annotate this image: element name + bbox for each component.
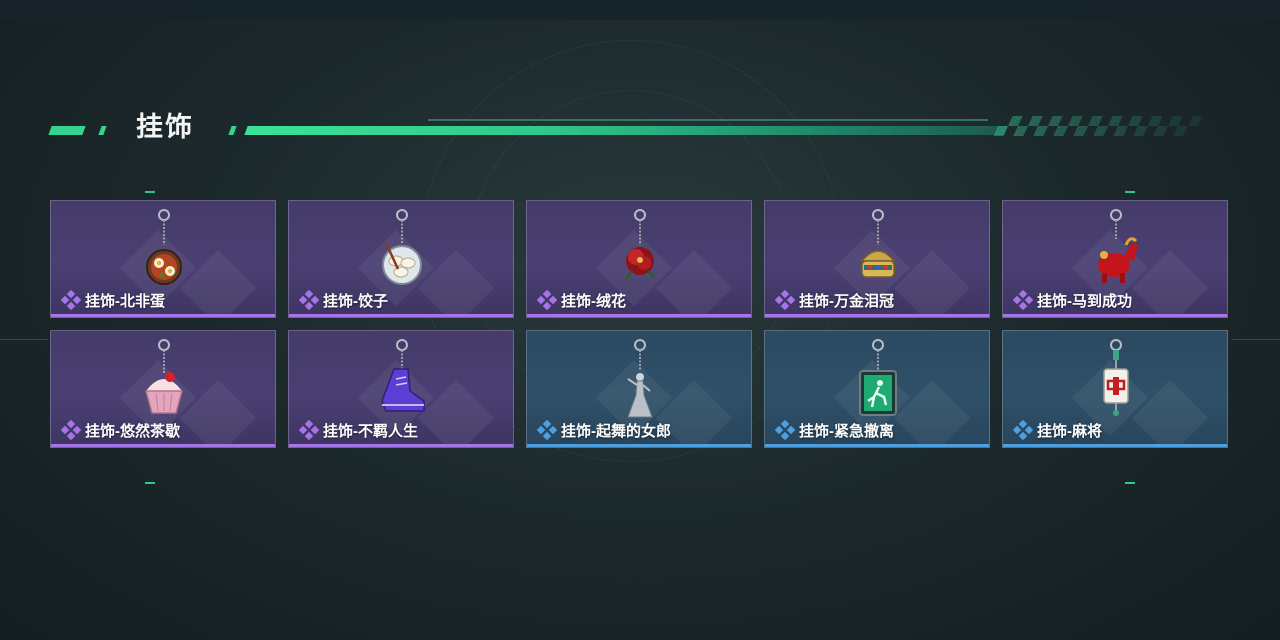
item-name: 挂饰-北非蛋 bbox=[85, 292, 165, 310]
item-name: 挂饰-饺子 bbox=[323, 292, 388, 310]
item-label: 挂饰-不羁人生 bbox=[299, 419, 418, 441]
corner-tick bbox=[1125, 191, 1135, 193]
item-grid: 挂饰-北非蛋 挂饰-饺子 挂饰-绒花 挂饰-万金泪冠 挂饰-马到成功 挂饰-悠然… bbox=[50, 200, 1230, 450]
rarity-diamond-icon bbox=[1013, 420, 1033, 440]
item-name: 挂饰-不羁人生 bbox=[323, 422, 418, 440]
corner-tick bbox=[145, 191, 155, 193]
item-card[interactable]: 挂饰-麻将 bbox=[1002, 330, 1228, 448]
item-card[interactable]: 挂饰-万金泪冠 bbox=[764, 200, 990, 318]
side-line bbox=[1232, 339, 1280, 340]
item-card[interactable]: 挂饰-绒花 bbox=[526, 200, 752, 318]
rarity-diamond-icon bbox=[1013, 290, 1033, 310]
red-horse-charm-icon bbox=[1098, 209, 1138, 283]
item-name: 挂饰-马到成功 bbox=[1037, 292, 1132, 310]
rarity-diamond-icon bbox=[775, 420, 795, 440]
header-dash bbox=[228, 126, 237, 135]
emergency-exit-sign-charm-icon bbox=[859, 339, 897, 416]
item-card[interactable]: 挂饰-饺子 bbox=[288, 200, 514, 318]
item-label: 挂饰-饺子 bbox=[299, 289, 388, 311]
item-card[interactable]: 挂饰-起舞的女郎 bbox=[526, 330, 752, 448]
item-card[interactable]: 挂饰-北非蛋 bbox=[50, 200, 276, 318]
section-header: 挂饰 bbox=[48, 108, 1208, 148]
item-name: 挂饰-万金泪冠 bbox=[799, 292, 894, 310]
mahjong-tile-charm-icon bbox=[1103, 339, 1129, 416]
rarity-diamond-icon bbox=[775, 290, 795, 310]
sneaker-charm-icon bbox=[381, 339, 425, 412]
header-checker-pattern bbox=[993, 116, 1203, 136]
rarity-diamond-icon bbox=[537, 420, 557, 440]
cupcake-charm-icon bbox=[145, 339, 183, 414]
corner-tick bbox=[145, 482, 155, 484]
item-label: 挂饰-悠然茶歇 bbox=[61, 419, 180, 441]
golden-crown-charm-icon bbox=[860, 209, 896, 278]
item-name: 挂饰-起舞的女郎 bbox=[561, 422, 671, 440]
item-label: 挂饰-北非蛋 bbox=[61, 289, 165, 311]
dancer-figurine-charm-icon bbox=[627, 339, 653, 418]
item-label: 挂饰-绒花 bbox=[537, 289, 626, 311]
side-line bbox=[0, 339, 48, 340]
item-name: 挂饰-紧急撤离 bbox=[799, 422, 894, 440]
header-dash bbox=[98, 126, 107, 135]
header-dash bbox=[48, 126, 86, 135]
item-name: 挂饰-麻将 bbox=[1037, 422, 1102, 440]
item-card[interactable]: 挂饰-马到成功 bbox=[1002, 200, 1228, 318]
header-bar bbox=[244, 126, 1008, 135]
item-label: 挂饰-万金泪冠 bbox=[775, 289, 894, 311]
item-label: 挂饰-马到成功 bbox=[1013, 289, 1132, 311]
rarity-diamond-icon bbox=[61, 420, 81, 440]
rarity-diamond-icon bbox=[61, 290, 81, 310]
corner-tick bbox=[1125, 482, 1135, 484]
rarity-diamond-icon bbox=[537, 290, 557, 310]
item-name: 挂饰-绒花 bbox=[561, 292, 626, 310]
item-name: 挂饰-悠然茶歇 bbox=[85, 422, 180, 440]
item-label: 挂饰-起舞的女郎 bbox=[537, 419, 671, 441]
item-label: 挂饰-麻将 bbox=[1013, 419, 1102, 441]
velvet-flower-charm-icon bbox=[625, 209, 655, 280]
item-label: 挂饰-紧急撤离 bbox=[775, 419, 894, 441]
header-thin-line bbox=[428, 119, 988, 121]
item-card[interactable]: 挂饰-不羁人生 bbox=[288, 330, 514, 448]
item-card[interactable]: 挂饰-紧急撤离 bbox=[764, 330, 990, 448]
rarity-diamond-icon bbox=[299, 290, 319, 310]
top-bar bbox=[0, 0, 1280, 20]
item-card[interactable]: 挂饰-悠然茶歇 bbox=[50, 330, 276, 448]
dumplings-plate-charm-icon bbox=[382, 209, 422, 285]
shakshuka-pan-charm-icon bbox=[146, 209, 182, 285]
section-title: 挂饰 bbox=[136, 112, 194, 142]
rarity-diamond-icon bbox=[299, 420, 319, 440]
